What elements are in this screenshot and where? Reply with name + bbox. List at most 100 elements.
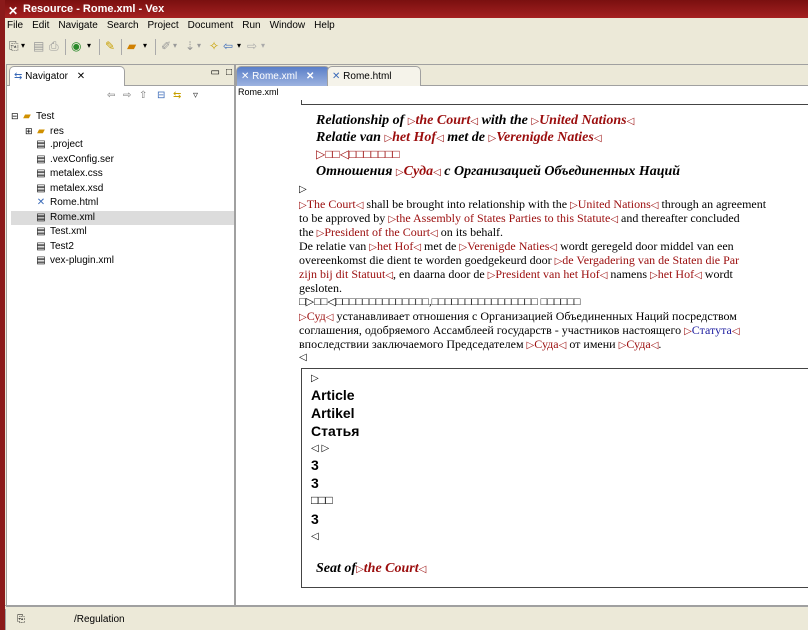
paragraph-cjk: □▷□□◁□□□□□□□□□□□□□□,□□□□□□□□□□□□□□□□ □□□…: [299, 296, 581, 308]
tab-rome-html[interactable]: ✕ Rome.html: [327, 66, 421, 86]
close-icon[interactable]: ✕: [306, 71, 314, 82]
maximize-icon[interactable]: □: [226, 67, 232, 78]
expand-icon[interactable]: ⊞: [25, 124, 35, 138]
folder-icon: ▰: [37, 125, 45, 137]
annotation-icon[interactable]: ✐: [161, 39, 171, 53]
menu-window[interactable]: Window: [270, 20, 306, 31]
menu-bar: File Edit Navigate Search Project Document Run…: [5, 18, 808, 34]
article-en: Article: [311, 387, 355, 403]
fast-view-icon[interactable]: ⎘: [17, 609, 25, 630]
tree-item[interactable]: ✕ Rome.html: [11, 196, 234, 211]
breadcrumb: Rome.xml: [238, 87, 279, 97]
menu-run[interactable]: Run: [242, 20, 260, 31]
forward-icon[interactable]: ⇨: [123, 90, 131, 101]
paragraph-ru-3: впоследствии заключаемого Председателем …: [299, 337, 662, 351]
back-icon[interactable]: ⇦: [223, 39, 233, 53]
navigator-tab-label: Navigator: [25, 71, 68, 82]
collapse-all-icon[interactable]: ⊟: [157, 90, 165, 101]
folder-dropdown-icon[interactable]: ▾: [143, 39, 147, 53]
print-icon[interactable]: ⎙: [49, 39, 59, 53]
article-ru: Статья: [311, 423, 360, 439]
next-dropdown-icon[interactable]: ▾: [197, 39, 201, 53]
view-menu-icon[interactable]: ▿: [193, 90, 198, 101]
navigator-icon: ⇆: [14, 71, 23, 82]
article-number-1: 3: [311, 457, 319, 473]
minimize-icon[interactable]: ▭: [211, 67, 220, 78]
last-edit-icon[interactable]: ✧: [209, 39, 219, 53]
tree-item[interactable]: ⊞ ▰ res: [11, 124, 234, 139]
run-icon[interactable]: ◉: [71, 39, 81, 53]
menu-navigate[interactable]: Navigate: [58, 20, 97, 31]
paragraph-nl-3: zijn bij dit Statuut◁, en daarna door de…: [299, 267, 733, 281]
project-folder-icon: ▰: [23, 111, 31, 122]
menu-document[interactable]: Document: [188, 20, 234, 31]
empty-element-marker: ◁ ▷: [311, 443, 330, 454]
tree-item-label: Test2: [50, 240, 74, 252]
tree-item-label: .project: [50, 139, 83, 150]
tab-rome-xml[interactable]: ✕ Rome.xml ✕: [236, 66, 330, 86]
menu-edit[interactable]: Edit: [32, 20, 49, 31]
collapse-icon[interactable]: ⊟: [11, 109, 21, 123]
toolbar-separator: [121, 39, 122, 55]
tree-item[interactable]: ▤ .project: [11, 138, 234, 153]
new-icon[interactable]: ⎘: [9, 39, 19, 53]
run-dropdown-icon[interactable]: ▾: [87, 39, 91, 53]
start-marker: ▷: [311, 373, 319, 384]
article-number-2: 3: [311, 475, 319, 491]
save-icon[interactable]: ▤: [33, 39, 44, 53]
editor-area: ✕ Rome.xml ✕ ✕ Rome.html Rome.xml Relati…: [235, 64, 808, 607]
next-annotation-icon[interactable]: ⇣: [185, 39, 195, 53]
tree-item-label: res: [50, 125, 64, 137]
heading-cjk: ▷□□◁□□□□□□□: [316, 147, 400, 161]
menu-file[interactable]: File: [7, 20, 23, 31]
heading-en: Relationship of ▷the Court◁ with the ▷Un…: [316, 113, 635, 128]
file-icon: ▤: [36, 240, 46, 252]
file-icon: ▤: [36, 153, 46, 165]
tree-item[interactable]: ▤ metalex.xsd: [11, 182, 234, 197]
tree-item-label: .vexConfig.ser: [50, 153, 114, 165]
title-bar: ✕ Resource - Rome.xml - Vex: [5, 0, 808, 18]
toolbar-separator: [155, 39, 156, 55]
tree-item[interactable]: ▤ vex-plugin.xml: [11, 254, 234, 269]
start-marker: ▷: [299, 184, 307, 195]
heading-nl: Relatie van ▷het Hof◁ met de ▷Verenigde …: [316, 130, 602, 145]
file-icon: ▤: [36, 182, 46, 194]
back-icon[interactable]: ⇦: [107, 90, 115, 101]
vex-file-icon: ✕: [241, 71, 250, 82]
application-window: ✕ Resource - Rome.xml - Vex File Edit Navi…: [5, 0, 808, 630]
new-dropdown-icon[interactable]: ▾: [21, 39, 25, 53]
navigator-tree: ⊟ ▰ Test ⊞ ▰ res ▤ .project ▤ .vexConfig.ser ▤…: [11, 109, 234, 269]
tree-item-label: metalex.css: [50, 168, 103, 179]
menu-search[interactable]: Search: [107, 20, 139, 31]
link-icon[interactable]: ✎: [105, 39, 115, 53]
forward-dropdown-icon[interactable]: ▾: [261, 39, 265, 53]
navigator-panel: ⇆ Navigator ✕ ▭ □ ⇦ ⇨ ⇧ ⊟ ⇆ ▿ ⊟ ▰ Test ⊞ ▰ r…: [6, 64, 235, 607]
menu-help[interactable]: Help: [314, 20, 335, 31]
open-folder-icon[interactable]: ▰: [127, 39, 136, 53]
window-title: Resource - Rome.xml - Vex: [23, 3, 165, 15]
annotation-dropdown-icon[interactable]: ▾: [173, 39, 177, 53]
heading-ru: Отношения ▷Суда◁ с Организацией Объедине…: [316, 164, 681, 179]
forward-icon[interactable]: ⇨: [247, 39, 257, 53]
tree-project[interactable]: ⊟ ▰ Test: [11, 109, 234, 124]
tree-item[interactable]: ▤ .vexConfig.ser: [11, 153, 234, 168]
status-separator: [5, 605, 808, 606]
tree-item[interactable]: ▤ metalex.css: [11, 167, 234, 182]
document-view[interactable]: Relationship of ▷the Court◁ with the ▷Un…: [236, 100, 808, 606]
file-icon: ▤: [36, 255, 46, 266]
tree-item-label: metalex.xsd: [50, 182, 104, 194]
up-icon[interactable]: ⇧: [139, 90, 147, 101]
navigator-tabbar: ⇆ Navigator ✕ ▭ □: [7, 65, 234, 86]
tree-item[interactable]: ▤ Test2: [11, 240, 234, 255]
close-icon[interactable]: ✕: [77, 71, 85, 82]
tab-navigator[interactable]: ⇆ Navigator ✕: [9, 66, 125, 86]
paragraph-nl-4: gesloten.: [299, 281, 342, 295]
tree-item[interactable]: ▤ Test.xml: [11, 225, 234, 240]
tree-item-selected[interactable]: ▤ Rome.xml: [11, 210, 234, 225]
link-with-editor-icon[interactable]: ⇆: [173, 90, 181, 101]
file-icon: ▤: [36, 139, 46, 150]
file-icon: ▤: [36, 168, 46, 179]
menu-project[interactable]: Project: [148, 20, 179, 31]
toolbar-separator: [99, 39, 100, 55]
back-dropdown-icon[interactable]: ▾: [237, 39, 241, 53]
